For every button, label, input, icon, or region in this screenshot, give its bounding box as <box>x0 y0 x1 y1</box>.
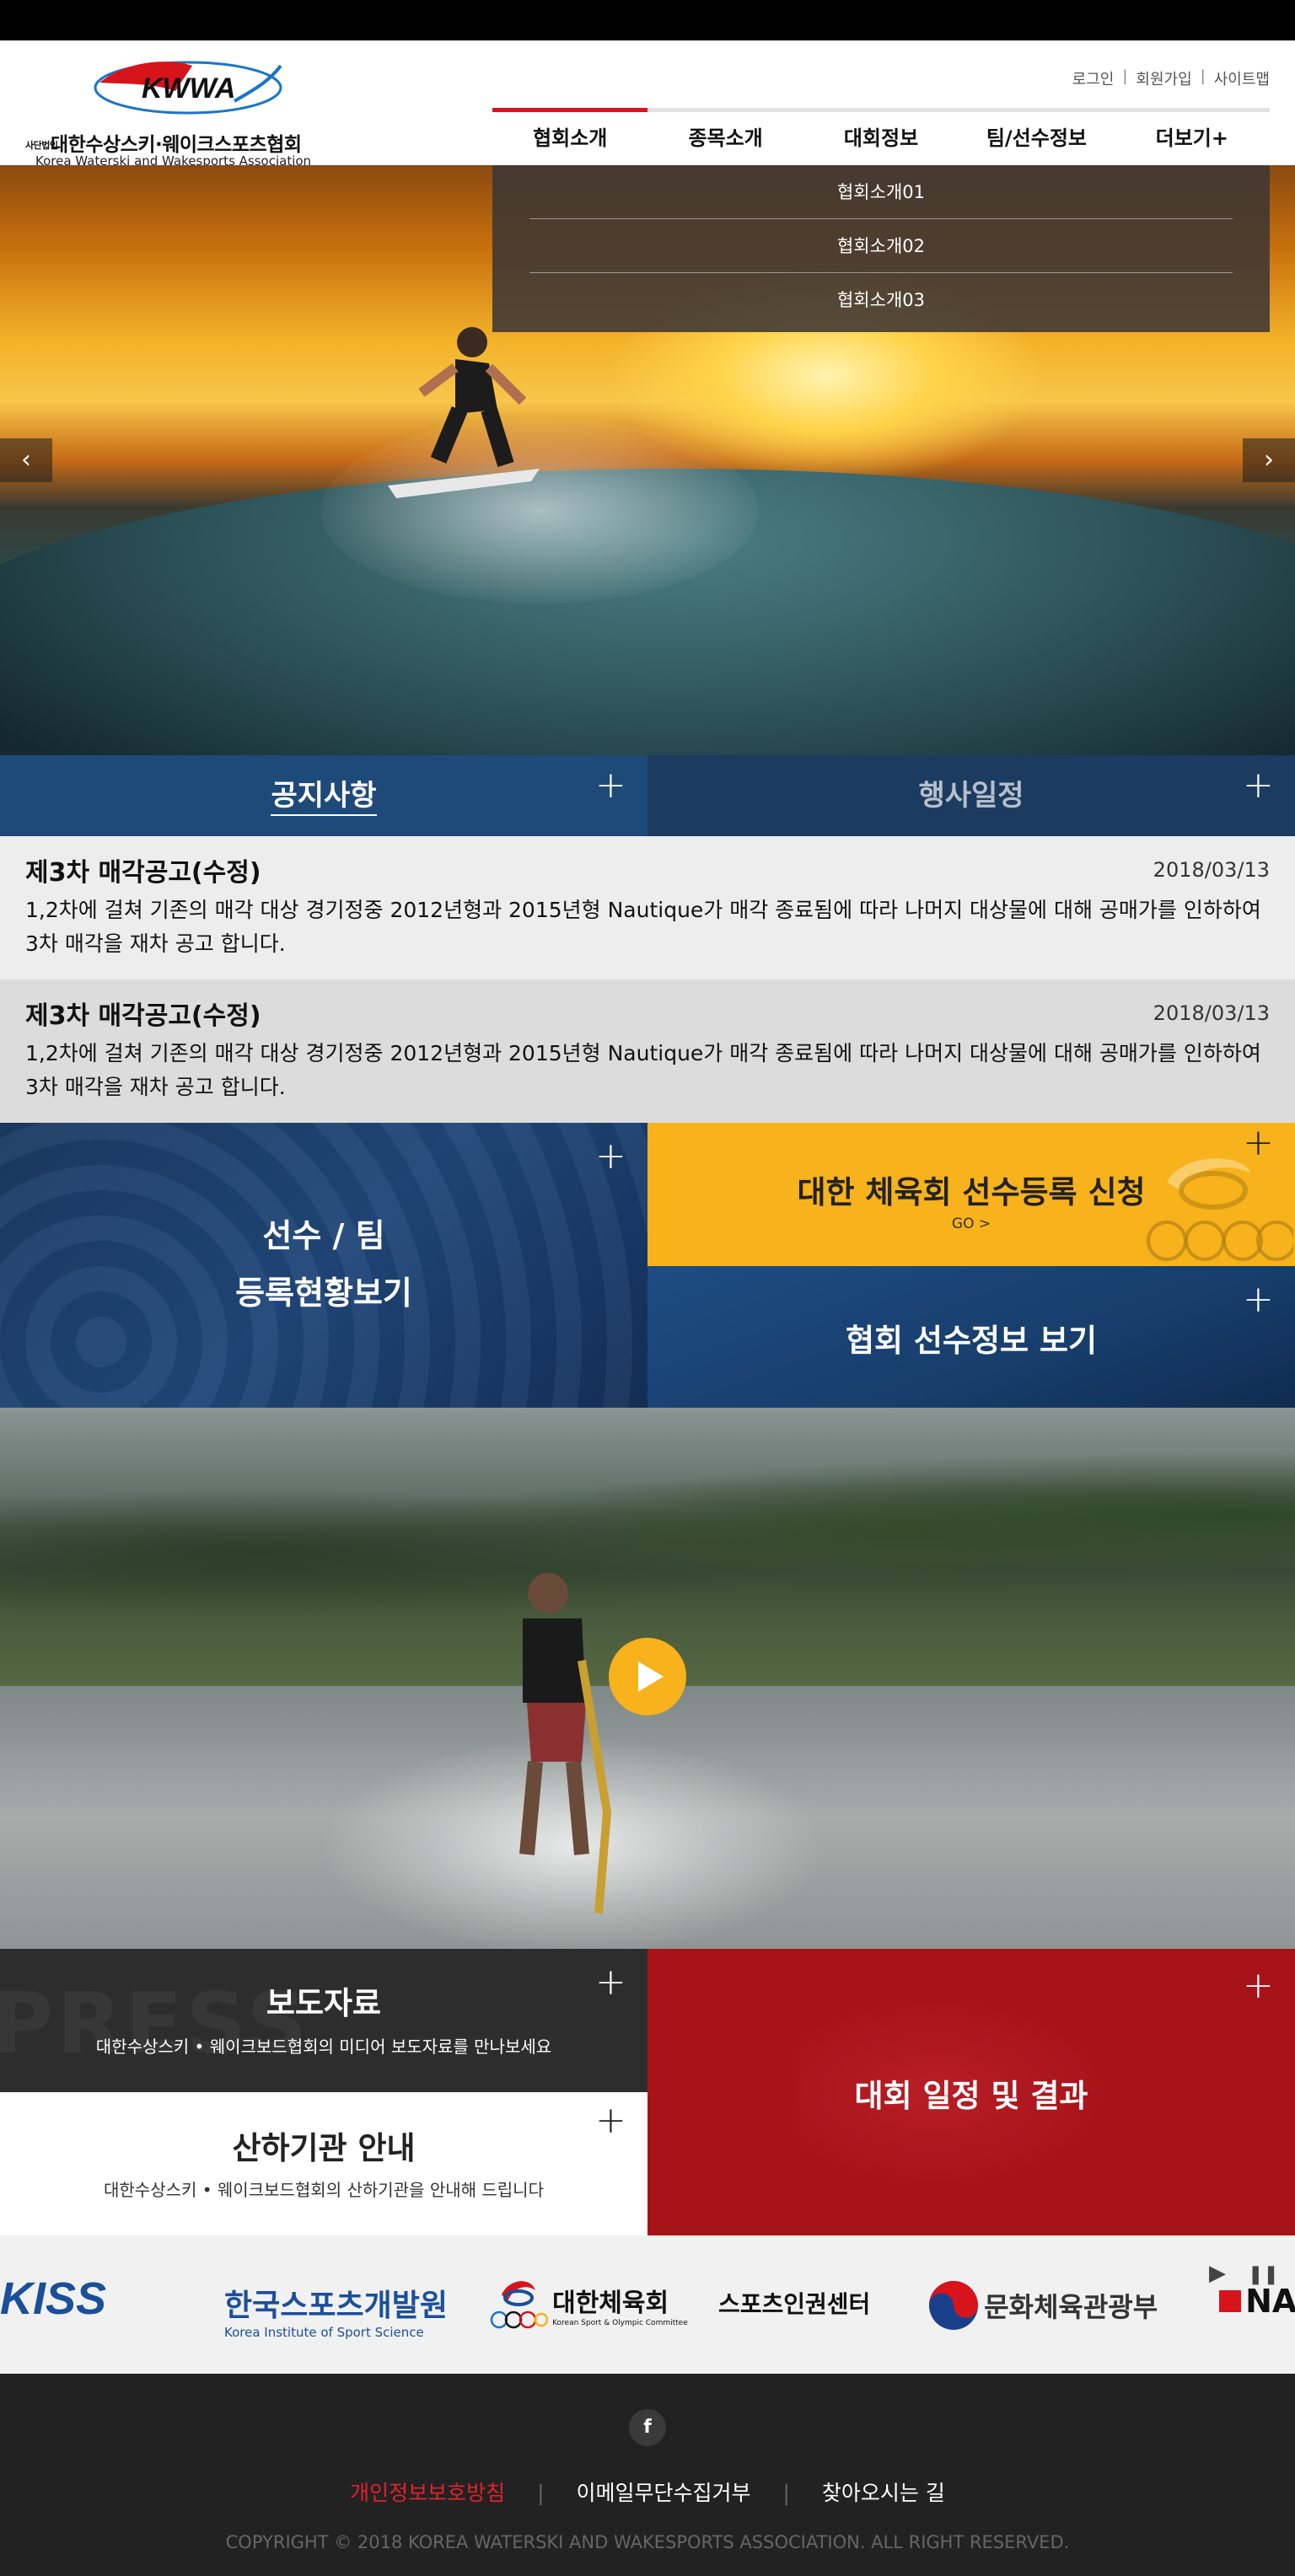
org-description: 대한수상스키 • 웨이크보드협회의 산하기관을 안내해 드립니다 <box>104 2180 544 2200</box>
surfer-figure <box>388 327 540 498</box>
video-play-button[interactable] <box>609 1638 686 1715</box>
competition-results-card[interactable]: 대회 일정 및 결과 + <box>648 1949 1295 2235</box>
news-title[interactable]: 제3차 매각공고(수정) <box>25 995 1270 1032</box>
koc-en-name: Korean Sport & Olympic Committee <box>552 2319 688 2327</box>
registration-title-line2: 등록현황보기 <box>235 1275 412 1312</box>
news-date: 2018/03/13 <box>1153 858 1270 882</box>
kiss-kr-name: 한국스포츠개발원 <box>224 2289 448 2323</box>
news-item[interactable]: 제3차 매각공고(수정) 2018/03/13 1,2차에 걸쳐 기존의 매각 … <box>0 836 1295 979</box>
util-separator: | <box>1200 67 1206 85</box>
tab-notice[interactable]: 공지사항 + <box>0 755 648 836</box>
waterskier-figure <box>519 1573 612 1913</box>
facebook-icon[interactable]: f <box>629 2409 666 2446</box>
registration-title: 선수 / 팀 등록현황보기 <box>0 1207 648 1322</box>
sitemap-link[interactable]: 사이트맵 <box>1214 67 1270 89</box>
partner-koc[interactable]: 대한체육회 Korean Sport & Olympic Committee <box>489 2278 688 2332</box>
player-info-card[interactable]: 협회 선수정보 보기 + <box>648 1266 1295 1408</box>
kwwa-logo-icon: KWWA <box>94 61 282 115</box>
na-logo-icon <box>1219 2290 1241 2312</box>
tab-notice-text: 공지사항 <box>271 779 377 816</box>
gnb-item-teams-players[interactable]: 팀/선수정보 <box>959 112 1114 165</box>
banner-pause-icon[interactable]: ❚❚ <box>1248 2264 1279 2285</box>
mcst-taeguk-icon <box>929 2281 978 2330</box>
news-date: 2018/03/13 <box>1153 1001 1270 1025</box>
footer-separator: | <box>537 2481 545 2505</box>
utility-links: 로그인 | 회원가입 | 사이트맵 <box>1072 67 1270 89</box>
tab-notice-label: 공지사항 <box>0 755 648 836</box>
press-description: 대한수상스키 • 웨이크보드협회의 미디어 보도자료를 만나보세요 <box>95 2037 552 2057</box>
play-icon <box>638 1661 664 1692</box>
kiss-logo: KISS <box>0 2273 107 2324</box>
video-trees <box>0 1441 1295 1627</box>
press-plus-icon[interactable]: + <box>595 1964 626 2001</box>
gnb-item-about[interactable]: 협회소개 <box>492 112 648 165</box>
partner-na[interactable]: NA <box>1219 2283 1295 2320</box>
koc-plus-icon[interactable]: + <box>1243 1124 1274 1162</box>
koc-registration-title: 대한 체육회 선수등록 신청 <box>797 1174 1146 1210</box>
gnb-item-competitions[interactable]: 대회정보 <box>803 112 959 165</box>
competition-title: 대회 일정 및 결과 <box>854 2078 1088 2114</box>
koc-logo-icon <box>490 2281 549 2329</box>
directions-link[interactable]: 찾아오시는 길 <box>822 2481 945 2505</box>
main-navigation: 협회소개 종목소개 대회정보 팀/선수정보 더보기+ <box>492 112 1270 165</box>
koc-go-link[interactable]: GO > <box>648 1216 1295 1232</box>
tab-event[interactable]: 행사일정 + <box>648 755 1295 836</box>
hero-prev-button[interactable]: ‹ <box>0 438 52 482</box>
news-body: 1,2차에 걸쳐 기존의 매각 대상 경기정중 2012년형과 2015년형 N… <box>25 898 1261 956</box>
site-header: KWWA 사단법인대한수상스키·웨이크스포츠협회 Korea Waterski … <box>0 40 1295 169</box>
submenu-item-about03[interactable]: 협회소개03 <box>529 273 1233 327</box>
org-plus-icon[interactable]: + <box>595 2102 626 2139</box>
na-logo-text: NA <box>1245 2283 1295 2320</box>
site-footer: f 개인정보보호방침 | 이메일무단수집거부 | 찾아오시는 길 COPYRIG… <box>0 2374 1295 2576</box>
top-black-bar <box>0 0 1295 40</box>
partner-banner: KISS 한국스포츠개발원 Korea Institute of Sport S… <box>0 2235 1295 2374</box>
koc-registration-card[interactable]: 대한 체육회 선수등록 신청 GO > + <box>648 1123 1295 1266</box>
notice-more-plus-icon[interactable]: + <box>595 767 626 804</box>
rights-center-name: 스포츠인권센터 <box>718 2290 871 2318</box>
registration-plus-icon[interactable]: + <box>595 1138 626 1175</box>
submenu-item-about02[interactable]: 협회소개02 <box>529 219 1233 273</box>
affiliated-org-card[interactable]: 산하기관 안내 대한수상스키 • 웨이크보드협회의 산하기관을 안내해 드립니다… <box>0 2092 648 2235</box>
player-team-registration-card[interactable]: 선수 / 팀 등록현황보기 + <box>0 1123 648 1408</box>
press-release-card[interactable]: PRESS 보도자료 대한수상스키 • 웨이크보드협회의 미디어 보도자료를 만… <box>0 1949 648 2092</box>
hero-next-button[interactable]: › <box>1243 438 1295 482</box>
org-name-kr: 사단법인대한수상스키·웨이크스포츠협회 <box>25 128 302 157</box>
competition-plus-icon[interactable]: + <box>1243 1967 1274 2004</box>
event-more-plus-icon[interactable]: + <box>1243 767 1274 804</box>
gnb-item-more[interactable]: 더보기+ <box>1115 112 1270 165</box>
koc-name: 대한체육회 <box>552 2289 669 2318</box>
mcst-name: 문화체육관광부 <box>984 2291 1158 2323</box>
partner-kiss[interactable]: KISS <box>0 2273 106 2325</box>
news-body: 1,2차에 걸쳐 기존의 매각 대상 경기정중 2012년형과 2015년형 N… <box>25 1041 1261 1099</box>
player-info-plus-icon[interactable]: + <box>1243 1281 1274 1318</box>
partner-kiss-kr[interactable]: 한국스포츠개발원 Korea Institute of Sport Scienc… <box>224 2281 448 2340</box>
kwwa-logo-text: KWWA <box>142 72 235 105</box>
tab-event-label: 행사일정 <box>918 779 1024 813</box>
footer-separator: | <box>782 2481 790 2505</box>
org-prefix: 사단법인 <box>25 140 58 151</box>
footer-links: 개인정보보호방침 | 이메일무단수집거부 | 찾아오시는 길 <box>0 2477 1295 2507</box>
banner-play-icon[interactable]: ▶ <box>1209 2261 1226 2286</box>
privacy-policy-link[interactable]: 개인정보보호방침 <box>350 2481 505 2505</box>
news-item[interactable]: 제3차 매각공고(수정) 2018/03/13 1,2차에 걸쳐 기존의 매각 … <box>0 979 1295 1123</box>
dropdown-submenu: 협회소개01 협회소개02 협회소개03 <box>492 165 1270 332</box>
gnb-item-sports[interactable]: 종목소개 <box>648 112 803 165</box>
org-title: 산하기관 안내 <box>232 2130 416 2166</box>
site-logo[interactable]: KWWA 사단법인대한수상스키·웨이크스포츠협회 Korea Waterski … <box>25 57 346 169</box>
util-separator: | <box>1122 67 1128 85</box>
partner-mcst[interactable]: 문화체육관광부 <box>927 2279 1158 2332</box>
submenu-item-about01[interactable]: 협회소개01 <box>529 165 1233 219</box>
news-title[interactable]: 제3차 매각공고(수정) <box>25 851 1270 888</box>
player-info-title: 협회 선수정보 보기 <box>845 1323 1098 1359</box>
registration-title-line1: 선수 / 팀 <box>262 1217 385 1254</box>
press-title: 보도자료 <box>266 1985 382 2021</box>
partner-rights-center[interactable]: 스포츠인권센터 <box>718 2286 870 2320</box>
login-link[interactable]: 로그인 <box>1072 67 1115 89</box>
copyright-text: COPYRIGHT © 2018 KOREA WATERSKI AND WAKE… <box>225 2532 1070 2552</box>
signup-link[interactable]: 회원가입 <box>1136 67 1191 89</box>
email-refusal-link[interactable]: 이메일무단수집거부 <box>577 2481 751 2505</box>
kiss-en-name: Korea Institute of Sport Science <box>224 2325 424 2340</box>
